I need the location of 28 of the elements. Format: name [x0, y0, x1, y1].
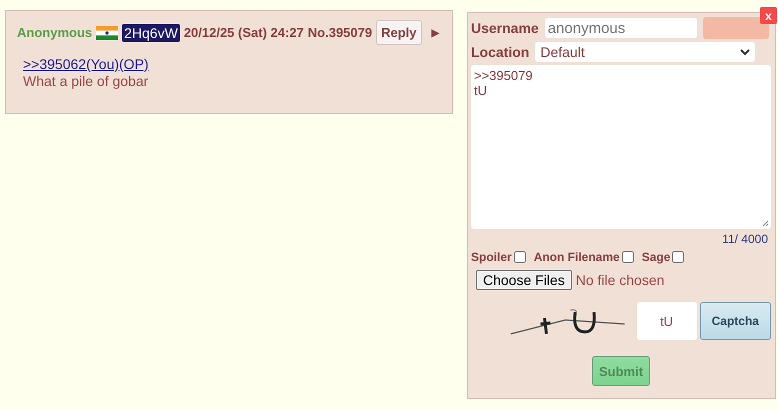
flag-icon — [96, 26, 118, 40]
message-field[interactable]: >>395079 tU — [471, 65, 771, 229]
option-checkbox[interactable] — [622, 251, 634, 263]
chevron-down-icon — [740, 48, 750, 56]
option-checkbox[interactable] — [514, 251, 526, 263]
post-number[interactable]: No.395079 — [308, 25, 372, 40]
post-date: 20/12/25 (Sat) 24:27 — [184, 25, 304, 40]
option-label: Anon Filename — [534, 250, 620, 264]
location-label: Location — [471, 44, 530, 60]
location-dropdown[interactable]: Default — [535, 42, 756, 62]
choose-files-button[interactable]: Choose Files — [476, 270, 572, 290]
poster-id: 2Hq6vW — [122, 24, 180, 42]
quote-link[interactable]: >>395062(You)(OP) — [23, 56, 149, 73]
username-label: Username — [471, 20, 539, 36]
reply-button[interactable]: Reply — [376, 20, 422, 45]
captcha-field[interactable]: tU — [636, 302, 697, 340]
post-menu-arrow[interactable]: ▶ — [432, 26, 440, 38]
character-counter: 11/ 4000 — [722, 232, 768, 246]
option-checkbox[interactable] — [672, 251, 684, 263]
username-field[interactable]: anonymous — [544, 18, 697, 38]
file-status: No file chosen — [576, 272, 664, 288]
option-label: Sage — [642, 250, 670, 264]
poster-name: Anonymous — [17, 25, 92, 40]
resize-grip-icon[interactable] — [762, 220, 769, 227]
post-message: What a pile of gobar — [23, 73, 150, 90]
close-button[interactable]: x — [760, 7, 777, 24]
captcha-button[interactable]: Captcha — [700, 302, 771, 340]
option-label: Spoiler — [471, 250, 512, 264]
